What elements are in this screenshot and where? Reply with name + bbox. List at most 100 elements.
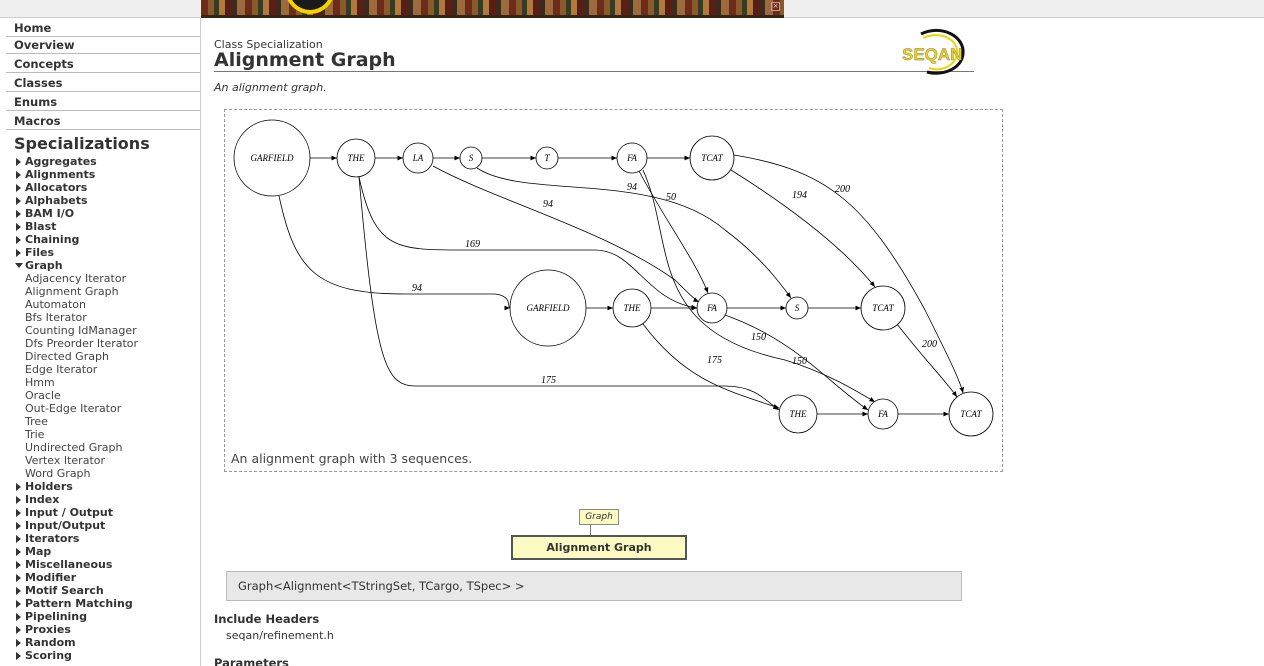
tree-item-iterators[interactable]: Iterators bbox=[16, 532, 79, 545]
sidebar-heading: Specializations bbox=[14, 134, 150, 153]
triangle-right-icon bbox=[16, 600, 21, 608]
title-divider bbox=[214, 71, 974, 72]
tree-item-scoring[interactable]: Scoring bbox=[16, 649, 72, 662]
tree-item-label: Pattern Matching bbox=[25, 597, 133, 610]
tree-item-pattern-matching[interactable]: Pattern Matching bbox=[16, 597, 133, 610]
graph-subitem-out-edge-iterator[interactable]: Out-Edge Iterator bbox=[25, 402, 121, 415]
graph-node-label: THE bbox=[623, 303, 641, 313]
hierarchy-connector bbox=[590, 525, 591, 535]
triangle-right-icon bbox=[16, 249, 21, 257]
tree-item-motif-search[interactable]: Motif Search bbox=[16, 584, 104, 597]
hierarchy-parent-box[interactable]: Graph bbox=[579, 509, 619, 525]
tree-item-label: Proxies bbox=[25, 623, 71, 636]
tree-item-alphabets[interactable]: Alphabets bbox=[16, 194, 88, 207]
edge-weight-label: 200 bbox=[922, 339, 937, 350]
class-summary: An alignment graph. bbox=[214, 81, 327, 94]
tree-item-miscellaneous[interactable]: Miscellaneous bbox=[16, 558, 112, 571]
edge-weight-label: 175 bbox=[541, 375, 556, 386]
graph-subitem-directed-graph[interactable]: Directed Graph bbox=[25, 350, 109, 363]
tree-item-allocators[interactable]: Allocators bbox=[16, 181, 87, 194]
tree-item-alignments[interactable]: Alignments bbox=[16, 168, 95, 181]
tree-item-aggregates[interactable]: Aggregates bbox=[16, 155, 97, 168]
tree-item-label: Input / Output bbox=[25, 506, 113, 519]
graph-subitem-undirected-graph[interactable]: Undirected Graph bbox=[25, 441, 122, 454]
tree-item-label: Blast bbox=[25, 220, 57, 233]
tree-item-label: Holders bbox=[25, 480, 73, 493]
graph-subitem-word-graph[interactable]: Word Graph bbox=[25, 467, 91, 480]
triangle-right-icon bbox=[16, 223, 21, 231]
edge-weight-label: 94 bbox=[543, 199, 553, 210]
tree-item-files[interactable]: Files bbox=[16, 246, 54, 259]
nav-classes[interactable]: Classes bbox=[6, 75, 200, 92]
graph-node-label: FA bbox=[877, 409, 888, 419]
nav-concepts[interactable]: Concepts bbox=[6, 56, 200, 73]
graph-edge bbox=[638, 170, 709, 294]
tree-item-proxies[interactable]: Proxies bbox=[16, 623, 71, 636]
graph-subitem-dfs-preorder-iterator[interactable]: Dfs Preorder Iterator bbox=[25, 337, 138, 350]
triangle-right-icon bbox=[16, 184, 21, 192]
graph-edge bbox=[730, 169, 876, 288]
tree-item-chaining[interactable]: Chaining bbox=[16, 233, 80, 246]
triangle-right-icon bbox=[16, 158, 21, 166]
graph-subitem-counting-idmanager[interactable]: Counting IdManager bbox=[25, 324, 137, 337]
tree-item-label: Modifier bbox=[25, 571, 77, 584]
graph-subitem-adjacency-iterator[interactable]: Adjacency Iterator bbox=[25, 272, 126, 285]
tree-item-pipelining[interactable]: Pipelining bbox=[16, 610, 87, 623]
tree-item-blast[interactable]: Blast bbox=[16, 220, 57, 233]
tree-item-label: Input/Output bbox=[25, 519, 106, 532]
graph-node-label: GARFIELD bbox=[251, 153, 294, 163]
sidebar: Home Overview Concepts Classes Enums Mac… bbox=[0, 18, 201, 666]
edge-weight-label: 150 bbox=[792, 356, 807, 367]
graph-node: FA bbox=[616, 142, 648, 174]
nav-macros[interactable]: Macros bbox=[6, 113, 200, 130]
graph-node-label: THE bbox=[347, 153, 365, 163]
include-headers-heading: Include Headers bbox=[214, 612, 320, 626]
banner-close-icon[interactable]: × bbox=[771, 2, 780, 11]
tree-item-holders[interactable]: Holders bbox=[16, 480, 73, 493]
tree-item-input-output[interactable]: Input/Output bbox=[16, 519, 106, 532]
graph-edge bbox=[278, 195, 511, 311]
nav-enums[interactable]: Enums bbox=[6, 94, 200, 111]
graph-subitem-tree[interactable]: Tree bbox=[25, 415, 48, 428]
tree-item-label: Aggregates bbox=[25, 155, 97, 168]
tree-item-graph[interactable]: Graph bbox=[15, 259, 63, 272]
graph-subitem-vertex-iterator[interactable]: Vertex Iterator bbox=[25, 454, 105, 467]
graph-subitem-alignment-graph[interactable]: Alignment Graph bbox=[25, 285, 119, 298]
nav-overview[interactable]: Overview bbox=[6, 37, 200, 54]
graph-edge bbox=[642, 169, 876, 403]
graph-subitem-automaton[interactable]: Automaton bbox=[25, 298, 86, 311]
triangle-right-icon bbox=[16, 561, 21, 569]
graph-subitem-oracle[interactable]: Oracle bbox=[25, 389, 61, 402]
edge-weight-label: 94 bbox=[412, 283, 422, 294]
tree-item-random[interactable]: Random bbox=[16, 636, 76, 649]
graph-node-label: TCAT bbox=[872, 303, 894, 313]
triangle-right-icon bbox=[16, 652, 21, 660]
seqan-logo: SEQAN bbox=[902, 28, 965, 75]
edge-weight-label: 94 bbox=[627, 182, 637, 193]
graph-subitem-trie[interactable]: Trie bbox=[25, 428, 44, 441]
graph-edge bbox=[896, 323, 958, 398]
graph-subitem-hmm[interactable]: Hmm bbox=[25, 376, 55, 389]
graph-node: THE bbox=[778, 394, 818, 434]
tree-item-input-output[interactable]: Input / Output bbox=[16, 506, 113, 519]
tree-item-index[interactable]: Index bbox=[16, 493, 59, 506]
class-signature: Graph<Alignment<TStringSet, TCargo, TSpe… bbox=[226, 571, 962, 601]
graph-node-label: TCAT bbox=[960, 409, 982, 419]
tree-item-label: Chaining bbox=[25, 233, 80, 246]
graph-subitem-bfs-iterator[interactable]: Bfs Iterator bbox=[25, 311, 87, 324]
triangle-down-icon bbox=[15, 263, 23, 268]
graph-subitem-edge-iterator[interactable]: Edge Iterator bbox=[25, 363, 97, 376]
graph-node: GARFIELD bbox=[509, 269, 587, 347]
figure-box: 94 94 50 194 200 169 94 150 150 175 200 175 GARFIEL… bbox=[224, 109, 1003, 472]
tree-item-bam-i-o[interactable]: BAM I/O bbox=[16, 207, 74, 220]
main-content: Class Specialization Alignment Graph SEQ… bbox=[201, 18, 1264, 666]
tree-item-modifier[interactable]: Modifier bbox=[16, 571, 77, 584]
tree-item-map[interactable]: Map bbox=[16, 545, 51, 558]
graph-node-label: S bbox=[795, 303, 800, 313]
triangle-right-icon bbox=[16, 535, 21, 543]
alignment-graph-diagram: 94 94 50 194 200 169 94 150 150 175 200 175 GARFIEL… bbox=[233, 119, 994, 437]
graph-node-label: LA bbox=[412, 153, 424, 163]
nav-home[interactable]: Home bbox=[6, 20, 200, 37]
triangle-right-icon bbox=[16, 522, 21, 530]
graph-node: THE bbox=[336, 138, 376, 178]
